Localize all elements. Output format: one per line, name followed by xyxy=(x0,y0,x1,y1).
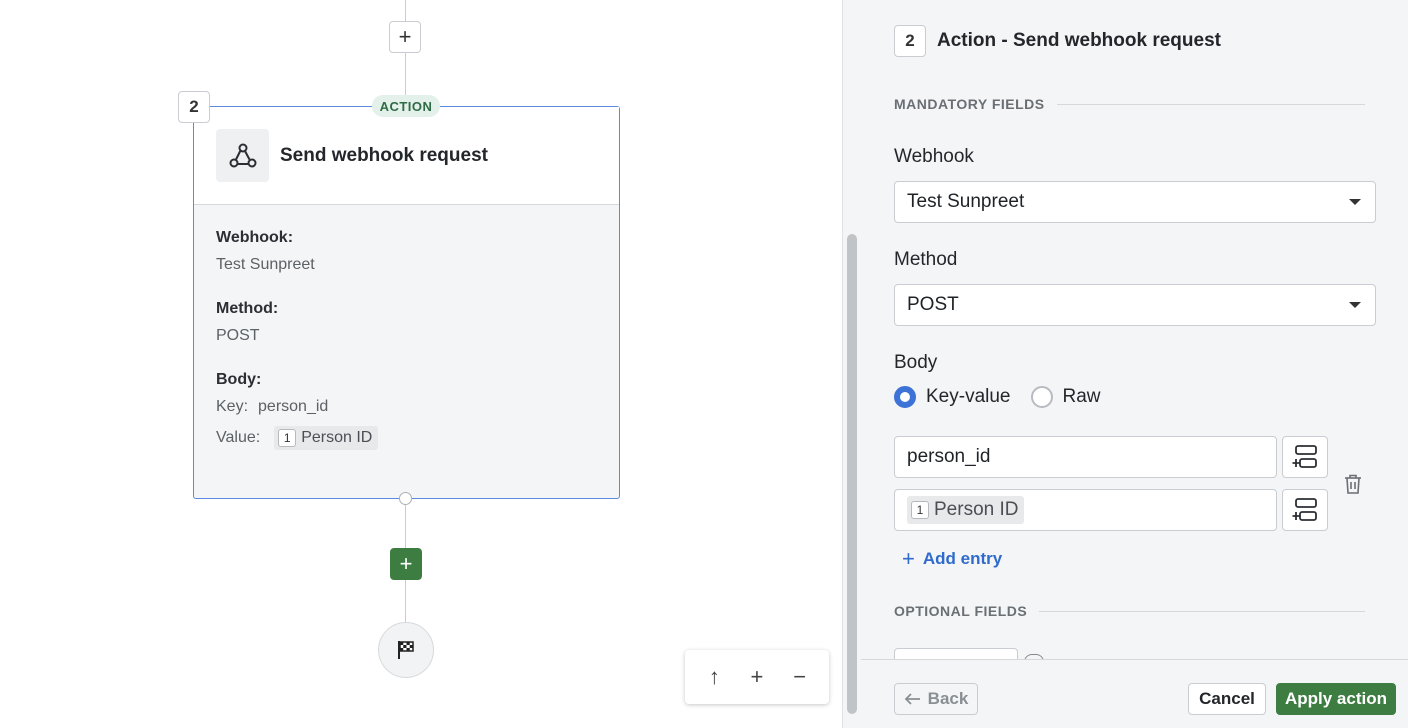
value-label: Value: xyxy=(216,429,261,446)
plus-icon: + xyxy=(398,24,412,49)
entry-value-input[interactable]: 1 Person ID xyxy=(894,489,1277,531)
action-tag: ACTION xyxy=(372,95,440,117)
end-flag-node[interactable] xyxy=(378,622,434,678)
entry-key-input[interactable]: person_id xyxy=(894,436,1277,478)
trash-icon xyxy=(1345,474,1361,494)
zoom-in-icon[interactable]: + xyxy=(742,664,772,690)
panel-footer: Back Cancel Apply action xyxy=(861,659,1408,728)
chip-step-number: 1 xyxy=(278,429,297,447)
action-config-panel: 2 Action - Send webhook request MANDATOR… xyxy=(861,0,1408,728)
radio-key-value[interactable] xyxy=(894,386,916,408)
scrollbar-thumb[interactable] xyxy=(847,234,857,714)
webhook-label: Webhook: xyxy=(216,229,294,246)
plus-icon: + xyxy=(902,546,915,571)
key-value: person_id xyxy=(258,398,329,415)
panel-title: Action - Send webhook request xyxy=(937,30,1221,51)
apply-action-button[interactable]: Apply action xyxy=(1276,683,1396,715)
key-label: Key: xyxy=(216,398,249,415)
webhook-field-label: Webhook xyxy=(894,146,974,167)
method-select[interactable]: POST xyxy=(894,284,1376,326)
connector-line xyxy=(405,580,406,623)
webhook-icon xyxy=(216,129,269,182)
insert-variable-icon xyxy=(1292,445,1317,468)
finish-flag-icon xyxy=(398,641,414,659)
radio-label-key-value[interactable]: Key-value xyxy=(926,386,1011,408)
connector-line xyxy=(405,0,406,22)
insert-variable-button[interactable] xyxy=(1282,489,1328,531)
panel-header: 2 Action - Send webhook request xyxy=(894,25,1221,57)
body-value-row: Value: 1 Person ID xyxy=(216,426,597,450)
back-button[interactable]: Back xyxy=(894,683,978,715)
section-title: OPTIONAL FIELDS xyxy=(894,603,1028,619)
optional-fields-section: OPTIONAL FIELDS xyxy=(894,603,1365,619)
add-step-below-button[interactable]: + xyxy=(390,548,422,580)
insert-variable-icon xyxy=(1292,498,1317,521)
panel-step-badge: 2 xyxy=(894,25,926,57)
body-type-radio-group: Key-value Raw xyxy=(894,386,1101,408)
action-node[interactable]: Send webhook request Webhook: Test Sunpr… xyxy=(193,106,620,499)
node-summary: Webhook: Test Sunpreet Method: POST Body… xyxy=(194,205,619,484)
caret-down-icon xyxy=(1349,199,1361,205)
caret-down-icon xyxy=(1349,302,1361,308)
cancel-button[interactable]: Cancel xyxy=(1188,683,1266,715)
chip-text: Person ID xyxy=(934,499,1019,520)
add-entry-label: Add entry xyxy=(922,549,1003,568)
body-field-label: Body xyxy=(894,352,938,373)
method-label: Method: xyxy=(216,300,279,317)
variable-chip: 1 Person ID xyxy=(274,426,379,450)
divider xyxy=(1039,610,1365,612)
select-value: POST xyxy=(907,294,959,315)
add-step-above-button[interactable]: + xyxy=(389,21,421,53)
node-header: Send webhook request xyxy=(194,107,619,205)
radio-label-raw[interactable]: Raw xyxy=(1063,386,1101,408)
plus-icon: + xyxy=(399,551,413,576)
body-label: Body: xyxy=(216,371,262,388)
divider xyxy=(1056,103,1365,105)
chip-step-number: 1 xyxy=(911,501,929,519)
node-title: Send webhook request xyxy=(280,144,488,166)
add-entry-link[interactable]: + Add entry xyxy=(902,546,1002,572)
webhook-value: Test Sunpreet xyxy=(216,256,315,273)
input-value: person_id xyxy=(907,446,991,467)
body-key-row: Key: person_id xyxy=(216,398,597,416)
back-label: Back xyxy=(927,689,969,708)
zoom-out-icon[interactable]: − xyxy=(785,664,815,690)
workflow-canvas[interactable]: + Send webhook request Webhook: Test Sun… xyxy=(0,0,842,728)
connector-handle[interactable] xyxy=(399,492,412,505)
mandatory-fields-section: MANDATORY FIELDS xyxy=(894,96,1365,112)
arrow-up-icon[interactable]: ↑ xyxy=(699,664,729,690)
section-title: MANDATORY FIELDS xyxy=(894,96,1045,112)
insert-variable-button[interactable] xyxy=(1282,436,1328,478)
method-field-label: Method xyxy=(894,249,958,270)
step-number-badge: 2 xyxy=(178,91,210,123)
method-value: POST xyxy=(216,327,260,344)
select-value: Test Sunpreet xyxy=(907,191,1025,212)
delete-entry-button[interactable] xyxy=(1343,473,1363,500)
connector-line xyxy=(405,505,406,549)
chip-text: Person ID xyxy=(301,429,373,446)
webhook-select[interactable]: Test Sunpreet xyxy=(894,181,1376,223)
variable-chip: 1 Person ID xyxy=(907,496,1025,524)
radio-raw[interactable] xyxy=(1030,386,1053,408)
zoom-controls: ↑ + − xyxy=(685,650,829,704)
arrow-left-icon xyxy=(904,693,920,705)
